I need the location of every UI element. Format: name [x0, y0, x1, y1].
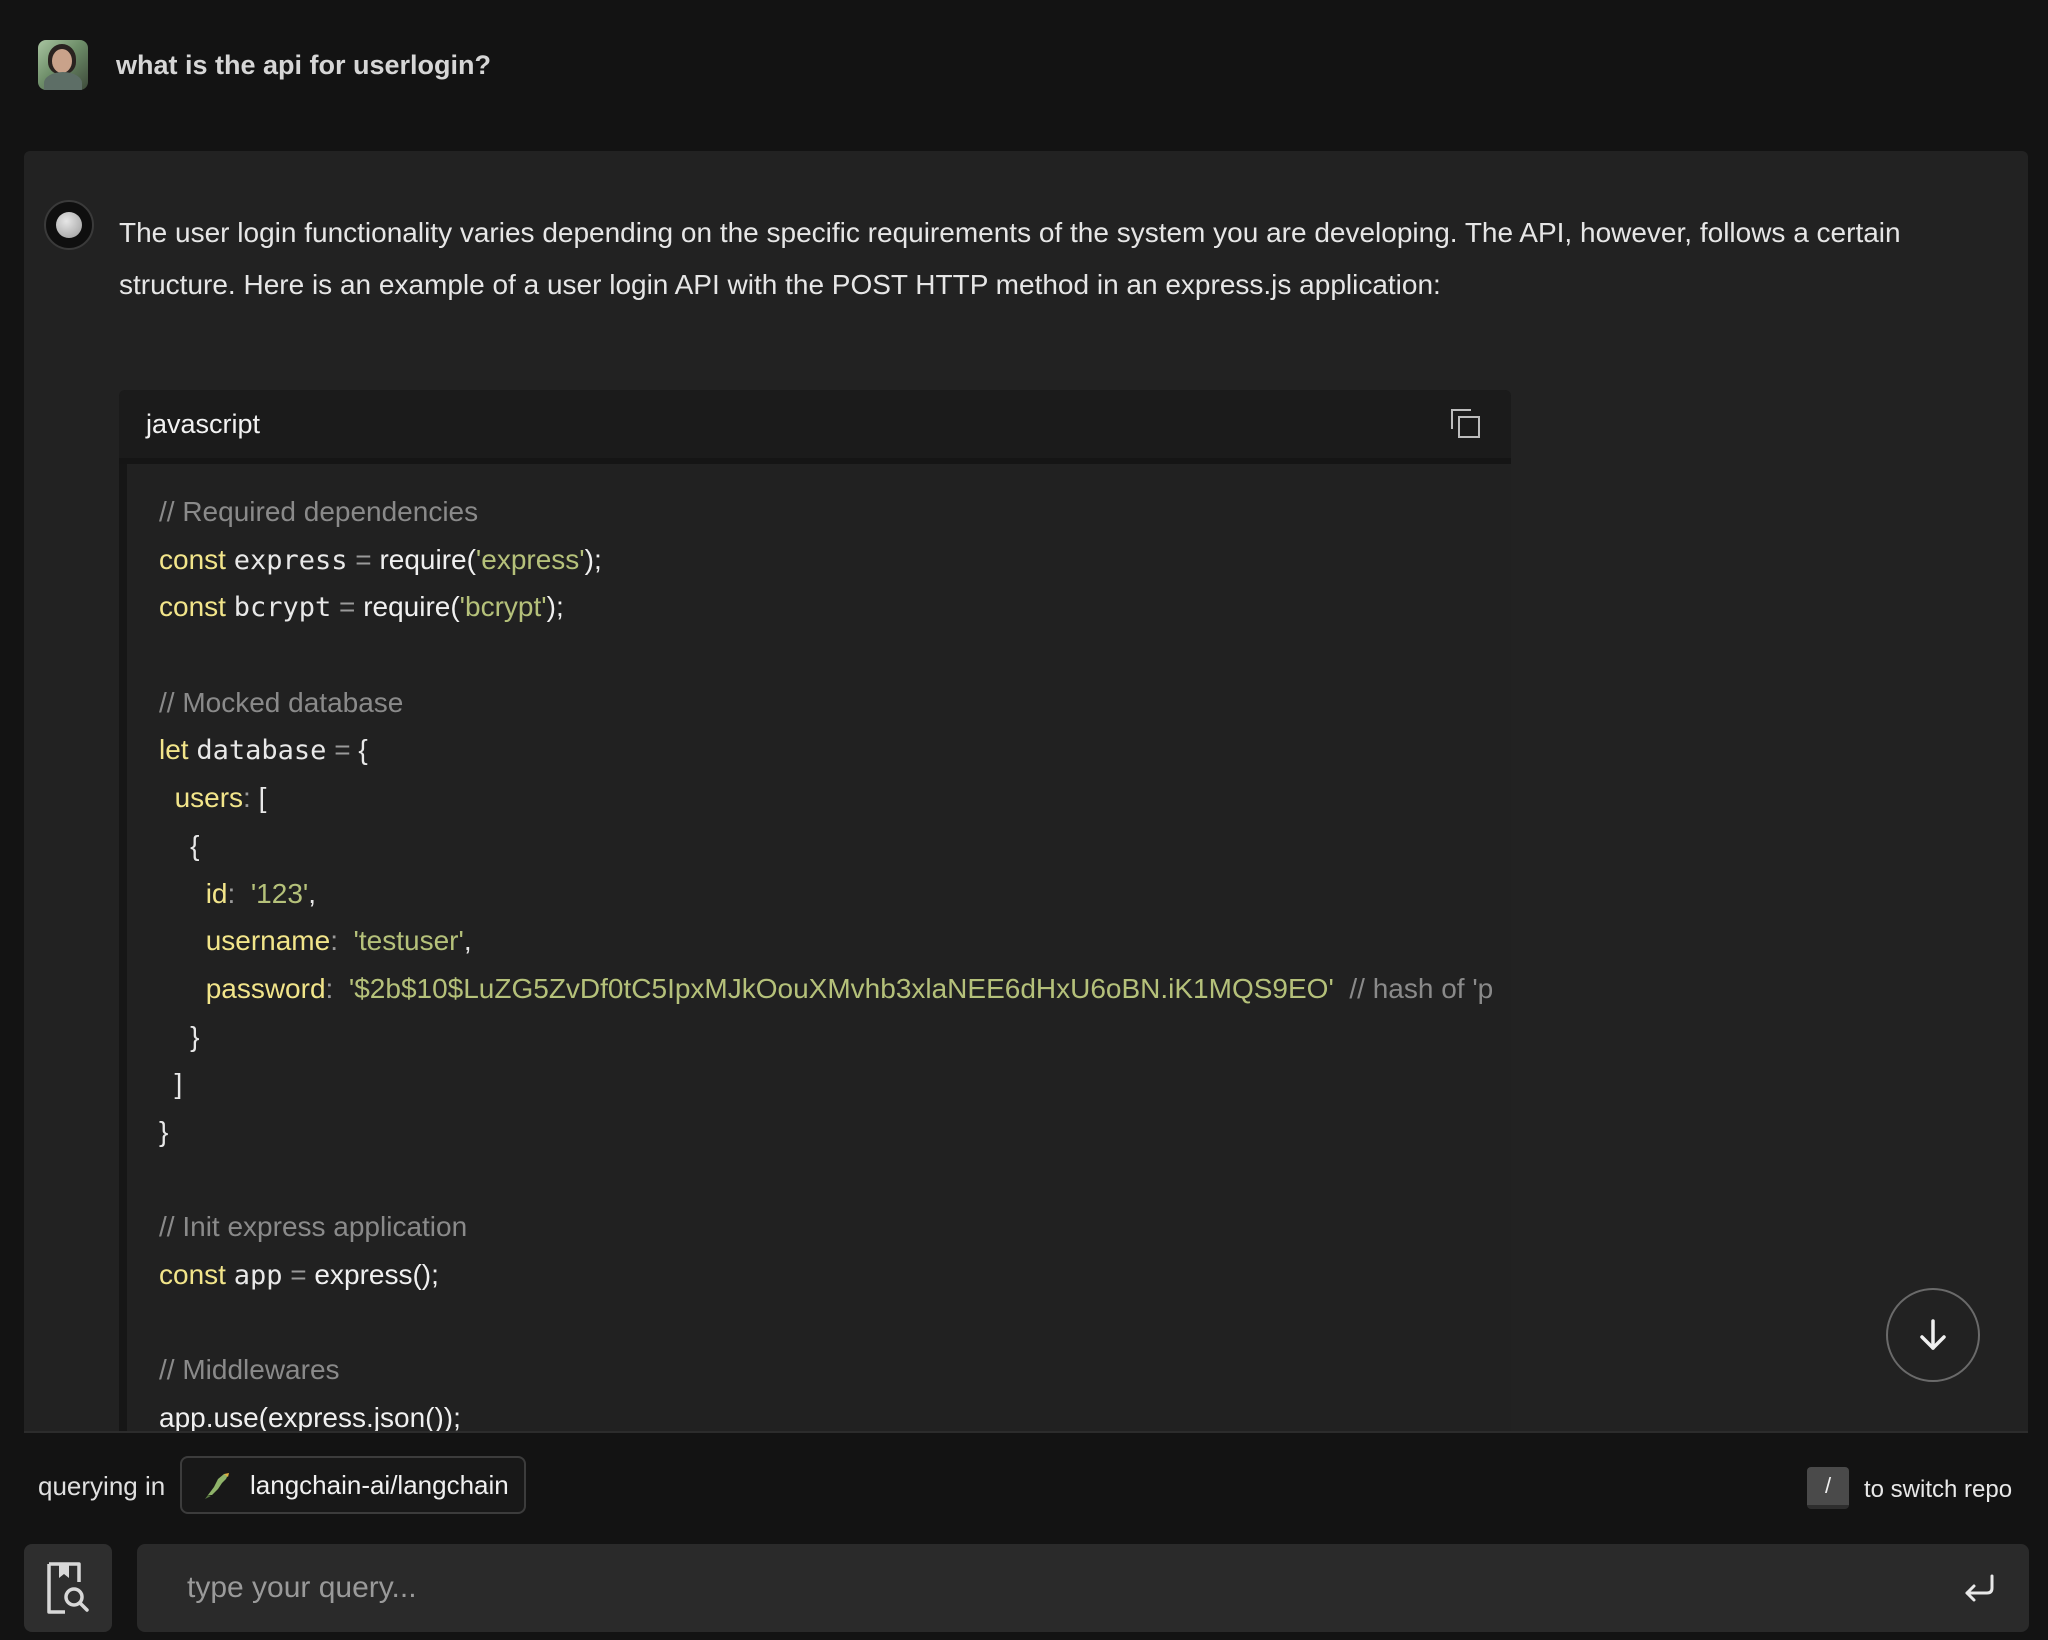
code-line: password: '$2b$10$LuZG5ZvDf0tC5IpxMJkOou… — [205, 972, 1494, 1004]
code-line: let database = { — [159, 734, 368, 767]
code-line: const app = express(); — [159, 1259, 439, 1291]
code-line: const express = require('express'); — [159, 543, 602, 576]
repo-name: langchain-ai/langchain — [250, 1469, 509, 1500]
code-token: app.use(express.json()); — [159, 1402, 461, 1431]
arrow-down-icon — [1920, 1319, 1946, 1350]
code-line: } — [159, 1020, 200, 1052]
code-token: // Mocked database — [159, 686, 404, 718]
code-line: app.use(express.json()); — [159, 1394, 1511, 1431]
switch-repo-hint: to switch repo — [1864, 1476, 2013, 1503]
code-token: // Middlewares — [159, 1354, 340, 1386]
repo-selector[interactable]: langchain-ai/langchain — [180, 1456, 526, 1514]
code-body: // Required dependencies const express =… — [119, 464, 1511, 1431]
user-question: what is the api for userlogin? — [116, 50, 492, 80]
code-line: username: 'testuser', — [205, 925, 472, 957]
scroll-to-bottom-button[interactable] — [1886, 1288, 1980, 1382]
answer-panel: The user login functionality varies depe… — [24, 151, 2028, 1431]
query-bar-area: querying in langchain-ai/langchain / to … — [0, 1431, 2048, 1640]
code-token: // Required dependencies — [159, 496, 479, 527]
querying-label: querying in — [38, 1471, 166, 1501]
answer-text: The user login functionality varies depe… — [119, 217, 1901, 300]
code-line: const bcrypt = require('bcrypt'); — [159, 591, 564, 624]
code-line: // Middlewares — [159, 1346, 1511, 1394]
code-line: { — [159, 829, 200, 861]
code-header: javascript — [119, 390, 1511, 464]
copy-icon[interactable] — [1449, 407, 1483, 441]
code-language-label: javascript — [146, 408, 261, 439]
user-message-row: what is the api for userlogin? — [0, 0, 2048, 140]
code-line: id: '123', — [205, 877, 317, 909]
parrot-icon — [205, 1473, 229, 1499]
document-search-icon — [47, 1562, 89, 1614]
query-box — [137, 1544, 2029, 1632]
code-line: ] — [159, 1068, 183, 1100]
enter-icon[interactable] — [1959, 1568, 1999, 1608]
user-avatar — [38, 40, 88, 90]
code-token: // Init express application — [159, 1211, 468, 1243]
divider — [24, 1431, 2028, 1433]
assistant-avatar — [44, 200, 94, 250]
document-search-button[interactable] — [24, 1544, 112, 1632]
code-line: users: [ — [174, 782, 267, 814]
code-block: javascript // Required dependencies cons… — [119, 390, 1511, 1431]
code-line: // Mocked database — [159, 679, 1511, 727]
code-line: } — [159, 1115, 169, 1147]
code-line: // Init express application — [159, 1203, 1511, 1251]
query-input[interactable] — [137, 1544, 1917, 1632]
code-line: // Required dependencies — [159, 488, 1511, 536]
slash-key-hint: / — [1807, 1467, 1849, 1509]
